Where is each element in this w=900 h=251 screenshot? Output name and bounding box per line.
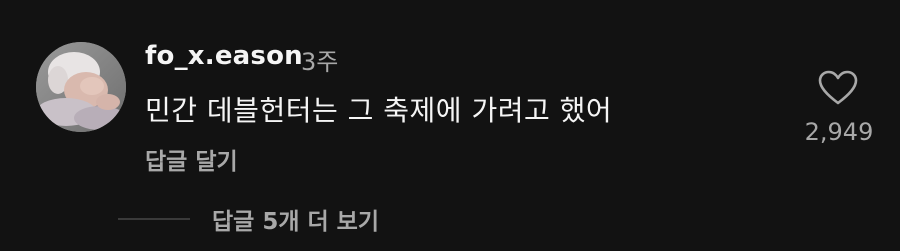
username[interactable]: fo_x.eason <box>145 41 303 71</box>
comment-item: fo_x.eason 3주 민간 데블헌터는 그 축제에 가려고 했어 답글 달… <box>0 0 900 251</box>
timestamp: 3주 <box>301 48 339 76</box>
heart-outline-icon <box>818 70 858 105</box>
profile-photo-image <box>36 42 126 132</box>
comment-text: 민간 데블헌터는 그 축제에 가려고 했어 <box>145 94 613 127</box>
replies-divider <box>118 218 190 220</box>
reply-button[interactable]: 답글 달기 <box>145 142 238 176</box>
like-button[interactable] <box>818 70 858 106</box>
like-count: 2,949 <box>804 118 874 146</box>
avatar[interactable] <box>36 42 126 132</box>
view-replies-button[interactable]: 답글 5개 더 보기 <box>212 202 379 236</box>
